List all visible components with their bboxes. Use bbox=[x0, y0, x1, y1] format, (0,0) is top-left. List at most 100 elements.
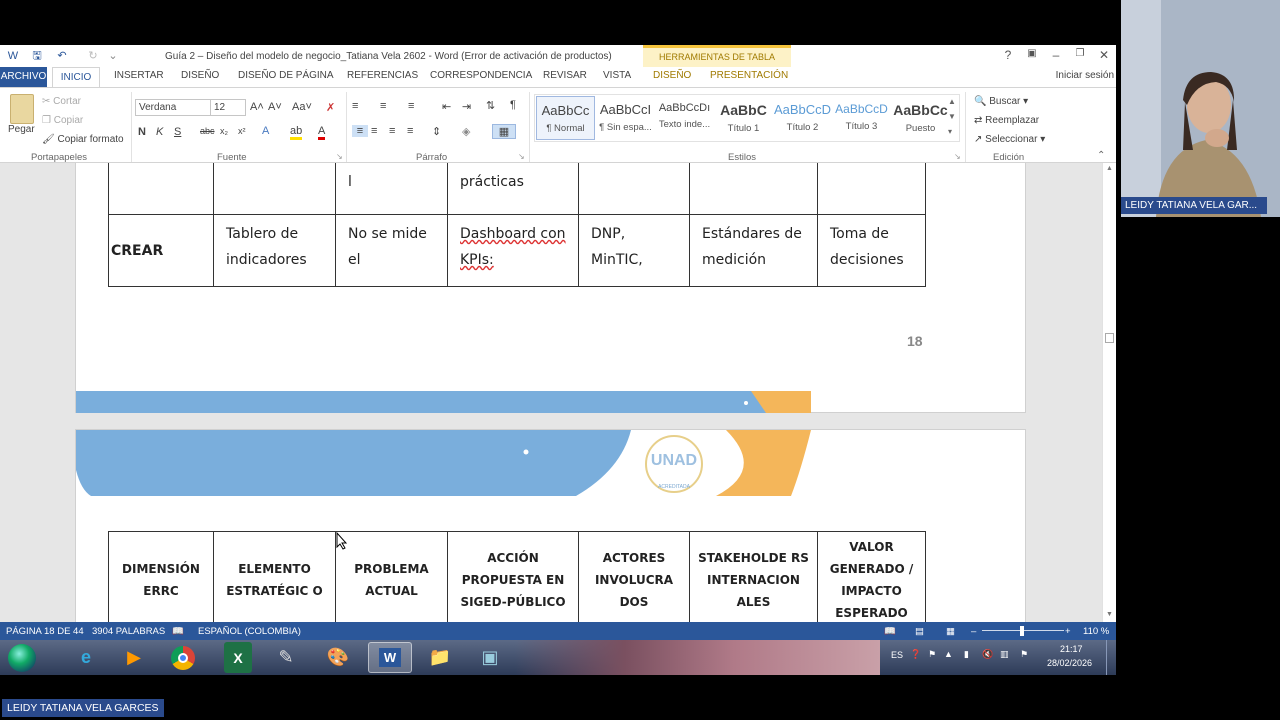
tab-insertar[interactable]: INSERTAR bbox=[114, 70, 164, 81]
table-cell[interactable]: prácticas bbox=[447, 163, 579, 215]
align-left-icon[interactable]: ≡ bbox=[352, 125, 368, 137]
style-normal[interactable]: AaBbCc ¶ Normal bbox=[536, 96, 595, 140]
restore-button[interactable]: ❐ bbox=[1072, 48, 1088, 59]
highlight-icon[interactable]: ab bbox=[290, 125, 303, 140]
find-button[interactable]: 🔍 Buscar ▾ bbox=[974, 96, 1028, 107]
bold-icon[interactable]: N bbox=[138, 126, 146, 138]
grow-font-icon[interactable]: A˄ bbox=[250, 101, 264, 113]
tab-inicio[interactable]: INICIO bbox=[52, 67, 100, 88]
taskbar-chrome[interactable] bbox=[161, 642, 205, 673]
cut-button[interactable]: ✂ Cortar bbox=[42, 96, 81, 107]
taskbar-app-5[interactable]: ✎ bbox=[264, 642, 308, 673]
font-dialog-launcher-icon[interactable]: ↘ bbox=[336, 152, 343, 161]
clock-date[interactable]: 28/02/2026 bbox=[1047, 658, 1092, 668]
tab-table-presentacion[interactable]: PRESENTACIÓN bbox=[710, 70, 788, 81]
minimize-button[interactable]: – bbox=[1048, 48, 1064, 62]
help-tray-icon[interactable]: ❓ bbox=[910, 649, 921, 660]
print-layout-icon[interactable]: ▤ bbox=[915, 626, 924, 637]
volume-icon[interactable]: 🔇 bbox=[982, 649, 993, 660]
network-icon[interactable]: ▥ bbox=[1000, 649, 1009, 660]
justify-icon[interactable]: ≡ bbox=[407, 125, 413, 137]
align-right-icon[interactable]: ≡ bbox=[389, 125, 395, 137]
table-cell[interactable]: Toma de decisiones bbox=[817, 214, 926, 287]
shading-icon[interactable]: ◈ bbox=[462, 125, 470, 138]
superscript-icon[interactable]: x² bbox=[238, 126, 246, 136]
show-marks-icon[interactable]: ¶ bbox=[510, 99, 516, 111]
subscript-icon[interactable]: x₂ bbox=[220, 126, 228, 136]
sort-icon[interactable]: ⇅ bbox=[486, 99, 495, 112]
vertical-scrollbar[interactable]: ▲ ▼ bbox=[1102, 163, 1116, 622]
undo-icon[interactable]: ↶ bbox=[55, 49, 69, 63]
word-count[interactable]: 3904 PALABRAS bbox=[92, 626, 165, 637]
shrink-font-icon[interactable]: A˅ bbox=[268, 101, 282, 113]
clear-format-icon[interactable]: ✗ bbox=[326, 101, 335, 114]
paste-icon[interactable] bbox=[10, 94, 34, 124]
tab-correspondencia[interactable]: CORRESPONDENCIA bbox=[430, 70, 532, 81]
paragraph-dialog-launcher-icon[interactable]: ↘ bbox=[518, 152, 525, 161]
column-header-value[interactable]: VALOR GENERADO / IMPACTO ESPERADO bbox=[817, 531, 926, 622]
font-size-combo[interactable]: 12 bbox=[210, 99, 246, 116]
zoom-level[interactable]: 110 % bbox=[1083, 626, 1109, 637]
scroll-up-icon[interactable]: ▲ bbox=[1106, 165, 1113, 172]
select-button[interactable]: ↗ Seleccionar ▾ bbox=[974, 134, 1045, 145]
tab-vista[interactable]: VISTA bbox=[603, 70, 631, 81]
replace-button[interactable]: ⇄ Reemplazar bbox=[974, 115, 1039, 126]
page-count[interactable]: PÁGINA 18 DE 44 bbox=[6, 626, 84, 637]
sign-in-link[interactable]: Iniciar sesión bbox=[1056, 70, 1114, 81]
style-title[interactable]: AaBbCc Puesto bbox=[891, 96, 950, 140]
action-center-icon[interactable]: ⚑ bbox=[1020, 649, 1028, 660]
increase-indent-icon[interactable]: ⇥ bbox=[462, 100, 471, 113]
change-case-icon[interactable]: Aa˅ bbox=[292, 101, 312, 113]
table-cell[interactable] bbox=[817, 163, 926, 215]
table-cell[interactable] bbox=[108, 163, 214, 215]
decrease-indent-icon[interactable]: ⇤ bbox=[442, 100, 451, 113]
scroll-thumb[interactable] bbox=[1105, 333, 1114, 343]
table-cell[interactable]: Dashboard con KPIs: bbox=[447, 214, 579, 287]
document-canvas[interactable]: l prácticas CREAR Tablero de indicadores… bbox=[0, 163, 1102, 622]
taskbar-app-9[interactable]: ▣ bbox=[468, 642, 512, 673]
clock-time[interactable]: 21:17 bbox=[1060, 644, 1083, 654]
gallery-up-icon[interactable]: ▲ bbox=[948, 97, 956, 106]
tab-revisar[interactable]: REVISAR bbox=[543, 70, 587, 81]
collapse-ribbon-icon[interactable]: ⌃ bbox=[1097, 150, 1105, 161]
bullets-icon[interactable]: ≡ bbox=[352, 100, 358, 112]
ribbon-options-icon[interactable]: ▣ bbox=[1024, 48, 1040, 59]
table-cell[interactable] bbox=[578, 163, 690, 215]
table-cell[interactable]: No se mide el bbox=[335, 214, 448, 287]
gallery-down-icon[interactable]: ▼ bbox=[948, 112, 956, 121]
align-center-icon[interactable]: ≡ bbox=[371, 125, 377, 137]
format-painter-button[interactable]: 🖌 Copiar formato bbox=[42, 134, 124, 145]
scroll-down-icon[interactable]: ▼ bbox=[1106, 611, 1113, 618]
underline-icon[interactable]: S bbox=[174, 126, 181, 138]
show-desktop-button[interactable] bbox=[1106, 640, 1116, 675]
language-indicator[interactable]: ES bbox=[891, 650, 903, 660]
style-body-indent[interactable]: AaBbCcDı Texto inde... bbox=[655, 96, 714, 140]
font-color-icon[interactable]: A bbox=[318, 125, 326, 140]
italic-icon[interactable]: K bbox=[156, 126, 163, 138]
tab-table-diseno[interactable]: DISEÑO bbox=[653, 70, 691, 81]
tab-referencias[interactable]: REFERENCIAS bbox=[347, 70, 418, 81]
table-cell[interactable]: DNP, MinTIC, bbox=[578, 214, 690, 287]
column-header-stakeholders[interactable]: STAKEHOLDE RS INTERNACION ALES bbox=[689, 531, 818, 622]
save-icon[interactable]: 🖫 bbox=[30, 49, 44, 63]
column-header-action[interactable]: ACCIÓN PROPUESTA EN SIGED-PÚBLICO bbox=[447, 531, 579, 622]
column-header-element[interactable]: ELEMENTO ESTRATÉGIC O bbox=[213, 531, 336, 622]
battery-icon[interactable]: ▮ bbox=[964, 649, 969, 660]
taskbar-excel[interactable]: X bbox=[224, 642, 252, 673]
zoom-in-icon[interactable]: + bbox=[1065, 626, 1071, 637]
paste-button[interactable]: Pegar bbox=[8, 124, 35, 135]
text-effects-icon[interactable]: A bbox=[262, 125, 269, 137]
tab-diseno[interactable]: DISEÑO bbox=[181, 70, 219, 81]
styles-dialog-launcher-icon[interactable]: ↘ bbox=[954, 152, 961, 161]
language-status[interactable]: ESPAÑOL (COLOMBIA) bbox=[198, 626, 301, 637]
font-name-combo[interactable]: Verdana bbox=[135, 99, 211, 116]
style-no-spacing[interactable]: AaBbCcI ¶ Sin espa... bbox=[596, 96, 655, 140]
taskbar-media[interactable]: ▶ bbox=[112, 642, 156, 673]
taskbar-word[interactable]: W bbox=[368, 642, 412, 673]
table-cell[interactable]: CREAR bbox=[108, 214, 214, 287]
close-button[interactable]: ✕ bbox=[1096, 48, 1112, 62]
zoom-thumb[interactable] bbox=[1020, 626, 1024, 636]
numbering-icon[interactable]: ≡ bbox=[380, 100, 386, 112]
style-heading-2[interactable]: AaBbCcD Título 2 bbox=[773, 96, 832, 140]
show-hidden-icons[interactable]: ▲ bbox=[944, 649, 953, 659]
